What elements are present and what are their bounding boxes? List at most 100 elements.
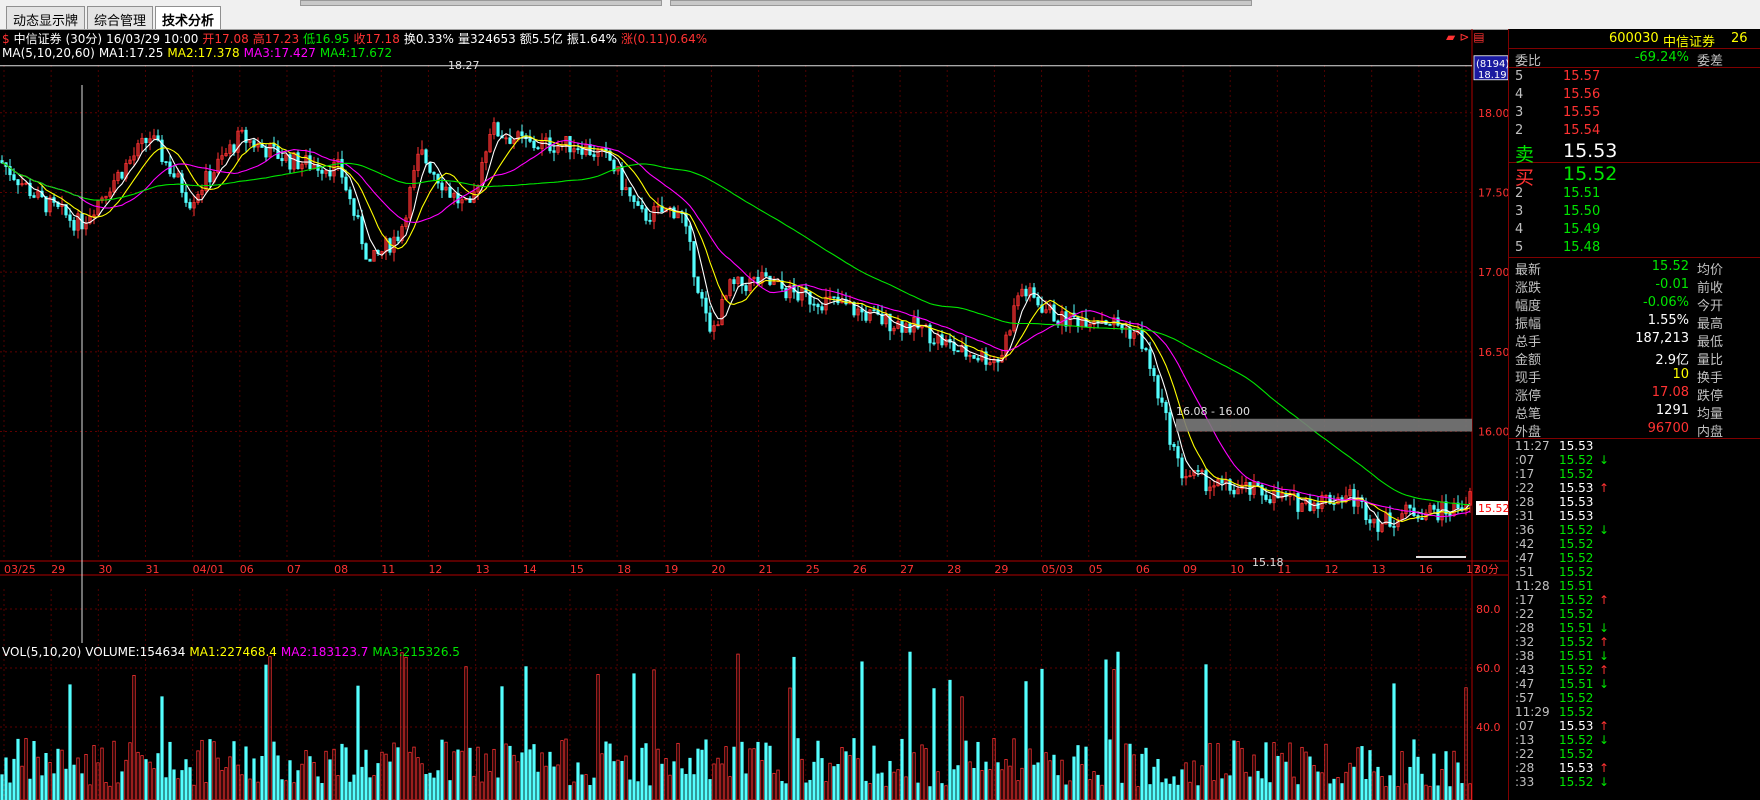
volume-bar-down — [508, 745, 512, 800]
volume-bar-up — [460, 750, 464, 800]
ma4-value: MA4:17.672 — [319, 46, 393, 60]
volume-bar-down — [1316, 771, 1320, 800]
stat-right-label: 内盘 — [1697, 425, 1724, 440]
price-tick-label: 16.00 — [1478, 426, 1508, 439]
volume-bar-up — [384, 753, 388, 800]
volume-bar-up — [256, 781, 260, 800]
volume-bar-down — [1156, 758, 1160, 800]
volume-bar-up — [924, 748, 928, 800]
volume-bar-up — [1424, 784, 1428, 800]
volume-bar-down — [620, 760, 624, 800]
tab-dynamic-board[interactable]: 动态显示牌 — [6, 6, 86, 29]
candle-down — [1156, 375, 1160, 399]
volume-bar-up — [1304, 751, 1308, 800]
volume-bar-down — [876, 773, 880, 800]
volume-bar-down — [1072, 756, 1076, 800]
volume-bar-down — [592, 777, 596, 800]
tick-row: :28 15.51 ↓ — [1509, 621, 1760, 635]
volume-bar-down — [696, 748, 700, 800]
volume-bar-down — [1172, 776, 1176, 800]
volume-bar-down — [272, 741, 276, 800]
candle-down — [0, 160, 4, 164]
arrow-right-icon[interactable]: ⊳ — [1459, 30, 1469, 44]
top-scrollbar-1[interactable] — [300, 0, 662, 6]
volume-bar-up — [1188, 781, 1192, 800]
volume-bar-down — [1352, 766, 1356, 800]
volume-bar-up — [1236, 741, 1240, 800]
stat-value: 17.08 — [1651, 385, 1689, 400]
bid-row: 5 15.48 — [1509, 239, 1760, 257]
tick-time: :22 — [1515, 481, 1535, 495]
volume-bar-up — [540, 752, 544, 800]
candle-down — [1180, 457, 1184, 479]
date-tick-label: 12 — [1325, 563, 1339, 576]
volume-bar-down — [956, 765, 960, 800]
weibi-value: -69.24% — [1634, 50, 1689, 65]
candle-down — [744, 285, 748, 292]
top-scrollbar-2[interactable] — [670, 0, 1252, 6]
date-tick-label: 11 — [381, 563, 395, 576]
tick-price: 15.52 — [1559, 467, 1594, 481]
stat-row: 涨跌 -0.01 前收 — [1509, 276, 1760, 296]
arrow-down-icon: ↓ — [1599, 453, 1610, 467]
volume-bar-down — [660, 763, 664, 800]
date-tick-label: 16 — [1419, 563, 1433, 576]
volume-bar-down — [232, 741, 236, 800]
candle-down — [1392, 525, 1396, 528]
stat-row: 金额 2.9亿 量比 — [1509, 348, 1760, 368]
volume-bar-down — [768, 745, 772, 800]
volume-bar-down — [864, 780, 868, 800]
volume-bar-up — [800, 758, 804, 800]
candle-down — [708, 312, 712, 332]
volume-bar-down — [1276, 755, 1280, 800]
kline-chart-area[interactable]: 18.00 17.50 17.00 16.50 16.00 03/25 29 30 31 04/0… — [0, 29, 1508, 800]
volume-bar-down — [156, 753, 160, 800]
tick-row: :22 15.52 — [1509, 747, 1760, 761]
volume-bar-down — [1036, 762, 1040, 800]
bid-list: 2 15.51 3 15.50 4 15.49 5 15.48 — [1509, 185, 1760, 257]
volume-bar-up — [1300, 746, 1304, 800]
arrow-up-icon: ↑ — [1599, 481, 1610, 495]
toolbox-icon[interactable]: ▰ — [1446, 30, 1455, 44]
price-tick-label: 18.00 — [1478, 107, 1508, 120]
badge-count: (8194) — [1476, 59, 1508, 70]
volume-bar-down — [744, 773, 748, 800]
volume-bar-up — [892, 771, 896, 800]
volume-bar-down — [16, 738, 20, 800]
candle-down — [12, 174, 16, 181]
volume-bar-up — [1336, 777, 1340, 800]
tick-list[interactable]: 11:27 15.53:07 15.52 ↓:17 15.52:22 15.53 ↑:28 1… — [1509, 439, 1760, 789]
volume-bar-up — [544, 765, 548, 800]
volume-bar-down — [120, 771, 124, 800]
volume-bar-down — [804, 782, 808, 800]
menu-icon[interactable]: ▤ — [1473, 30, 1484, 44]
tick-time: :51 — [1515, 565, 1535, 579]
candle-down — [528, 138, 532, 142]
ask-price: 15.55 — [1563, 105, 1601, 120]
ma1-value: MA1:17.25 — [98, 46, 164, 60]
volume-bar-up — [392, 742, 396, 800]
volume-bar-up — [1280, 752, 1284, 800]
arrow-down-icon: ↓ — [1599, 649, 1610, 663]
tick-price: 15.53 — [1559, 439, 1594, 453]
price-tick-label: 16.50 — [1478, 346, 1508, 359]
tick-time: 11:28 — [1515, 579, 1550, 593]
tick-price: 15.52 — [1559, 593, 1594, 607]
tick-price: 15.52 — [1559, 551, 1594, 565]
tick-time: :31 — [1515, 509, 1535, 523]
volume-bar-down — [756, 741, 760, 800]
tick-time: :17 — [1515, 593, 1535, 607]
weibi-label: 委比 — [1515, 54, 1542, 69]
tab-technical-analysis[interactable]: 技术分析 — [155, 6, 222, 29]
chart-tool-icons[interactable]: ▰ ⊳ ▤ — [1446, 30, 1489, 44]
kline-chart[interactable]: 18.00 17.50 17.00 16.50 16.00 03/25 29 30 31 04/0… — [0, 29, 1508, 800]
tick-row: :28 15.53 — [1509, 495, 1760, 509]
tick-price: 15.52 — [1559, 747, 1594, 761]
candle-down — [832, 296, 836, 299]
volume-bar-down — [1328, 783, 1332, 800]
tick-price: 15.52 — [1559, 663, 1594, 677]
tab-general-management[interactable]: 综合管理 — [87, 6, 154, 29]
arrow-down-icon: ↓ — [1599, 523, 1610, 537]
candle-down — [900, 321, 904, 333]
volume-bar-up — [1244, 771, 1248, 800]
